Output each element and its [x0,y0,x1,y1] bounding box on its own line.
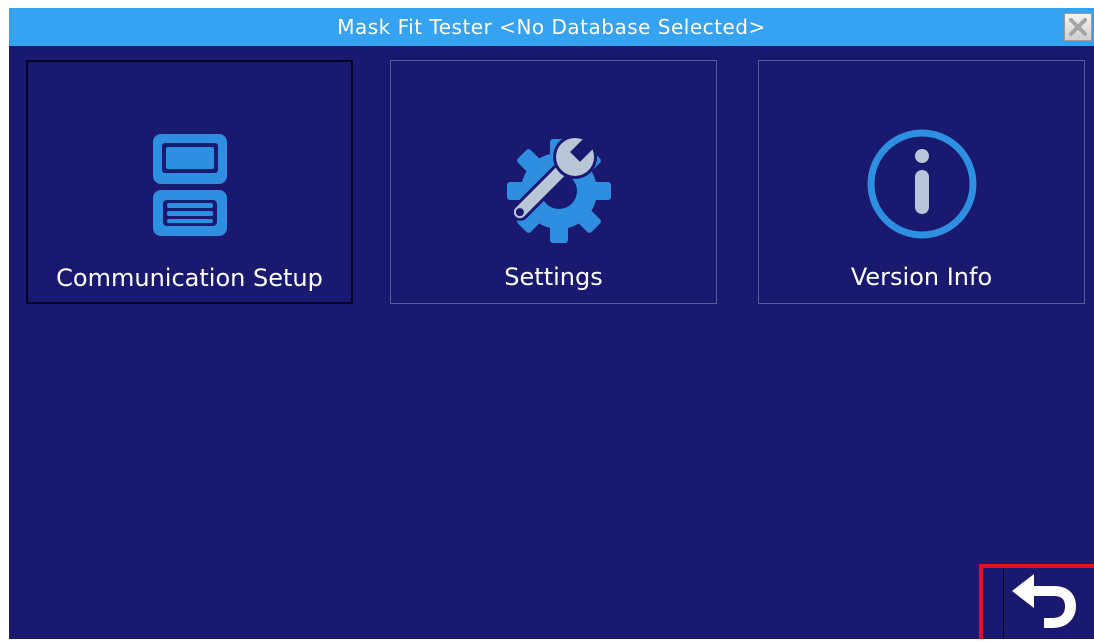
window-title: Mask Fit Tester <No Database Selected> [337,15,766,39]
left-edge-strip [0,0,9,639]
back-arrow-icon [1012,574,1076,628]
settings-label: Settings [504,263,603,291]
close-icon [1069,18,1087,36]
close-button[interactable] [1064,13,1092,41]
communication-setup-label: Communication Setup [56,264,323,292]
communication-setup-tile[interactable]: Communication Setup [26,60,353,304]
main-panel: Communication Setup Settings Version Inf… [9,46,1094,639]
app-window: Mask Fit Tester <No Database Selected> C… [0,0,1094,639]
version-info-label: Version Info [850,263,993,291]
version-info-tile[interactable]: Version Info [758,60,1085,304]
communication-setup-icon [152,134,227,236]
back-button-highlight [979,564,1094,639]
wrench-gear-icon [506,134,611,243]
info-icon [867,129,976,239]
back-button[interactable] [1003,568,1084,639]
settings-tile[interactable]: Settings [390,60,717,304]
title-bar: Mask Fit Tester <No Database Selected> [9,8,1094,46]
